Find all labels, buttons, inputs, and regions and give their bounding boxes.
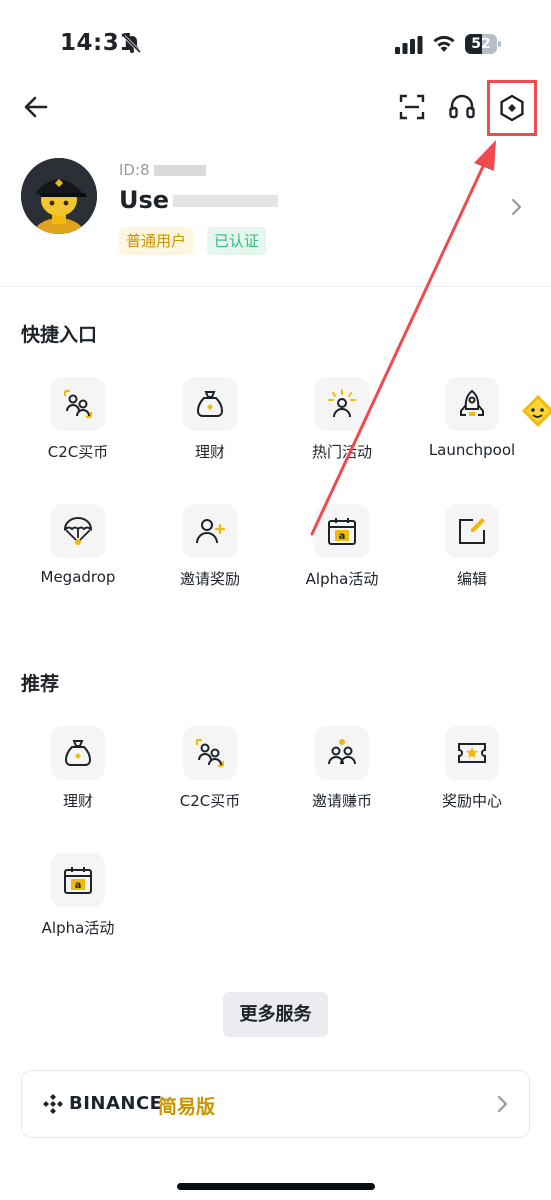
chevron-right-icon[interactable] — [508, 195, 524, 219]
tile-label: C2C买币 — [179, 792, 241, 810]
earn-bag-icon — [196, 391, 224, 417]
back-arrow-icon[interactable] — [20, 91, 52, 123]
binance-brand-text: BINANCE — [69, 1093, 163, 1114]
tile-label: 邀请赚币 — [311, 792, 372, 810]
tile-label: Launchpool — [428, 441, 516, 459]
badge-verified: 已认证 — [207, 227, 267, 255]
quick-tile-edit[interactable]: 编辑 — [412, 504, 532, 589]
ticket-icon — [458, 743, 486, 763]
signal-icon — [395, 36, 423, 54]
c2c-icon — [63, 389, 93, 419]
add-user-icon — [196, 519, 226, 544]
earn-bag-icon — [64, 740, 92, 766]
tile-label: 理财 — [62, 792, 93, 810]
lite-version-label: 简易版 — [158, 1096, 216, 1118]
tile-label: Alpha活动 — [305, 570, 379, 588]
tile-label: Megadrop — [40, 568, 116, 586]
tile-label: 编辑 — [456, 570, 487, 588]
tile-label: C2C买币 — [47, 443, 109, 461]
quick-tile-alpha[interactable]: a Alpha活动 — [282, 504, 402, 589]
hot-activity-icon — [328, 389, 356, 418]
c2c-icon — [195, 738, 225, 768]
headset-icon[interactable] — [447, 92, 477, 122]
battery-indicator: 52 — [465, 34, 501, 54]
username: Use — [119, 186, 279, 214]
bell-muted-icon — [122, 34, 142, 54]
wifi-icon — [433, 35, 455, 52]
avatar[interactable] — [21, 158, 97, 234]
rec-tile-reward-center[interactable]: 奖励中心 — [412, 726, 532, 811]
invite-earn-icon — [328, 739, 356, 765]
calendar-alpha-icon: a — [64, 867, 92, 894]
scan-icon[interactable] — [398, 93, 426, 121]
user-id: ID:8 — [119, 161, 207, 179]
divider — [0, 286, 551, 287]
quick-tile-launchpool[interactable]: Launchpool — [412, 377, 532, 459]
rec-tile-c2c[interactable]: C2C买币 — [150, 726, 270, 811]
quick-tile-invite-reward[interactable]: 邀请奖励 — [150, 504, 270, 589]
rec-tile-alpha[interactable]: a Alpha活动 — [18, 853, 138, 938]
quick-tile-earn[interactable]: 理财 — [150, 377, 270, 462]
binance-lite-card[interactable]: BINANCE 简易版 — [21, 1070, 530, 1138]
quick-tile-megadrop[interactable]: Megadrop — [18, 504, 138, 586]
tile-label: 奖励中心 — [441, 792, 502, 810]
more-services-button[interactable]: 更多服务 — [223, 992, 328, 1037]
svg-text:a: a — [339, 531, 346, 542]
battery-level: 52 — [471, 36, 491, 52]
rec-tile-earn[interactable]: 理财 — [18, 726, 138, 811]
binance-logo-icon — [43, 1094, 63, 1114]
avatar-character-icon — [21, 158, 97, 234]
badge-regular-user: 普通用户 — [119, 227, 194, 255]
quick-tile-c2c[interactable]: C2C买币 — [18, 377, 138, 462]
quick-entry-title: 快捷入口 — [21, 324, 98, 346]
floating-mascot-icon[interactable] — [518, 393, 551, 441]
tile-label: 热门活动 — [311, 443, 372, 461]
calendar-alpha-icon: a — [328, 518, 356, 545]
home-indicator — [177, 1183, 375, 1190]
rec-tile-invite-earn[interactable]: 邀请赚币 — [282, 726, 402, 811]
tile-label: 邀请奖励 — [179, 570, 240, 588]
parachute-icon — [63, 517, 93, 545]
tile-label: 理财 — [194, 443, 225, 461]
edit-icon — [459, 518, 485, 544]
quick-tile-hot-activity[interactable]: 热门活动 — [282, 377, 402, 462]
rocket-icon — [460, 389, 484, 416]
tile-label: Alpha活动 — [41, 919, 115, 937]
svg-text:a: a — [75, 880, 82, 891]
chevron-right-icon — [497, 1095, 508, 1113]
recommended-title: 推荐 — [21, 673, 60, 695]
settings-hexagon-icon[interactable] — [497, 93, 527, 123]
